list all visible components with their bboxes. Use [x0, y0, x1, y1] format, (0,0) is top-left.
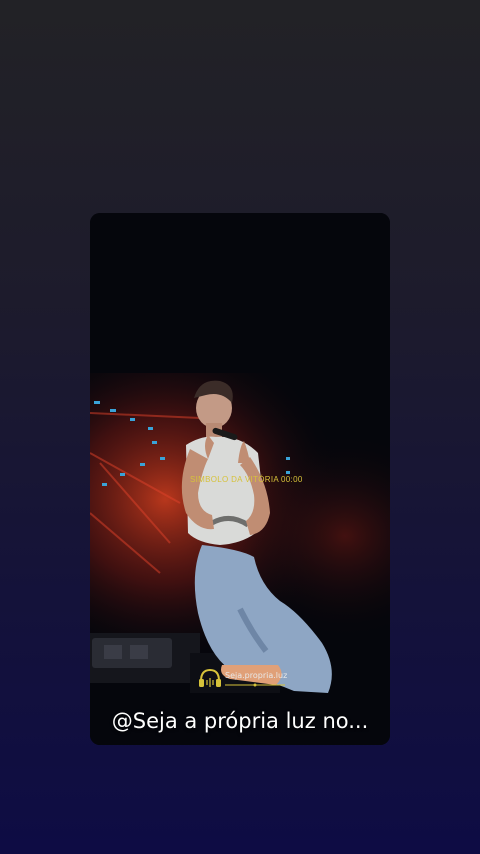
- overlay-text: SIMBOLO DA VITÓRIA 00:00: [190, 475, 303, 484]
- waveform-line: [225, 683, 285, 687]
- headphones-icon: [199, 668, 221, 687]
- video-caption: @Seja a própria luz no...: [111, 709, 369, 733]
- watermark: Seja.propria.luz: [197, 667, 297, 691]
- watermark-label: Seja.propria.luz: [225, 671, 288, 680]
- video-card[interactable]: SIMBOLO DA VITÓRIA 00:00 Seja.propria.lu…: [90, 213, 390, 745]
